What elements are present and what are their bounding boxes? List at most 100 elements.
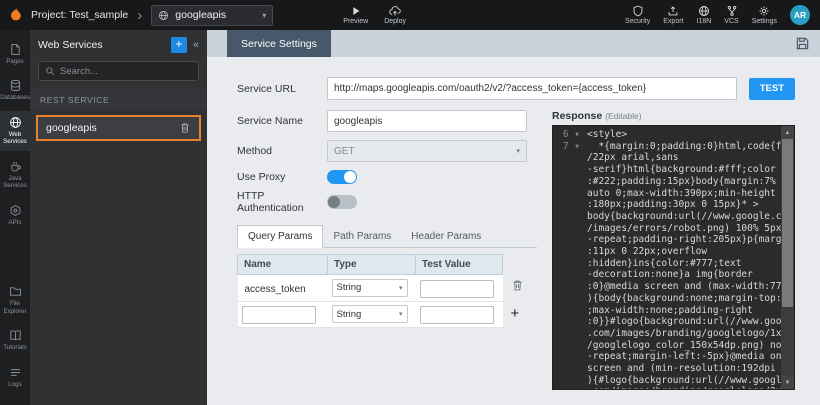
search-input[interactable] [60, 66, 192, 77]
app-window: Project: Test_sample › googleapis ▾ Prev… [0, 0, 820, 405]
test-value-input[interactable] [420, 280, 494, 298]
response-editable-label: (Editable) [605, 111, 641, 121]
query-params-table: Name Type Test Value access_token [237, 254, 528, 328]
editor-line-numbers: 6 ▾ 7 ▾ [553, 126, 583, 389]
param-type-select[interactable]: String ▾ [332, 279, 408, 297]
service-list-item-googleapis[interactable]: googleapis [36, 115, 201, 141]
column-header-name: Name [238, 255, 328, 275]
deploy-button[interactable]: Deploy [384, 5, 406, 25]
play-icon [350, 5, 362, 17]
chevron-down-icon: ▾ [393, 310, 403, 318]
table-row: String ▾ + [238, 301, 528, 328]
param-name-input[interactable] [242, 306, 316, 324]
rest-service-section-label: REST SERVICE [30, 89, 207, 110]
column-header-type: Type [328, 255, 416, 275]
user-avatar[interactable]: AR [790, 5, 810, 25]
toggle-knob [328, 196, 340, 208]
tab-path-params[interactable]: Path Params [323, 226, 401, 247]
preview-button[interactable]: Preview [343, 5, 368, 25]
sidebar-item-file-explorer[interactable]: File Explorer [0, 280, 30, 320]
method-label: Method [237, 145, 327, 157]
database-icon [9, 79, 22, 92]
test-value-input[interactable] [420, 306, 494, 324]
http-auth-label: HTTP Authentication [237, 190, 327, 214]
collapse-panel-icon[interactable]: « [193, 39, 199, 51]
tab-service-settings[interactable]: Service Settings [227, 30, 331, 57]
scrollbar-thumb[interactable] [782, 139, 793, 307]
service-url-label: Service URL [237, 83, 327, 95]
test-button[interactable]: TEST [749, 78, 795, 100]
sidebar-item-web-services[interactable]: Web Services [0, 111, 30, 151]
service-settings-form: Service Name Method GET ▾ Use Proxy [237, 110, 537, 390]
sidebar-item-java-services[interactable]: Java Services [0, 155, 30, 195]
globe-icon [698, 5, 710, 17]
param-tabs: Query Params Path Params Header Params [237, 224, 537, 248]
sidebar-item-logs[interactable]: Logs [0, 361, 30, 393]
table-row: access_token String ▾ [238, 275, 528, 302]
export-icon [667, 5, 679, 17]
service-selector-dropdown[interactable]: googleapis ▾ [151, 5, 273, 26]
globe-icon [158, 10, 169, 21]
chevron-down-icon: ▾ [510, 147, 520, 155]
search-icon [45, 66, 55, 76]
panel-title: Web Services [38, 39, 165, 51]
delete-row-icon[interactable] [511, 279, 524, 292]
column-header-test-value: Test Value [416, 255, 503, 275]
toggle-knob [344, 171, 356, 183]
pages-icon [9, 43, 22, 56]
param-type-select[interactable]: String ▾ [332, 305, 408, 323]
export-button[interactable]: Export [663, 5, 683, 25]
add-service-button[interactable]: + [171, 37, 187, 53]
tab-query-params[interactable]: Query Params [237, 225, 323, 248]
service-name-input[interactable] [327, 110, 527, 132]
editor-scrollbar[interactable]: ▲ ▼ [781, 126, 794, 389]
deploy-icon [389, 5, 401, 17]
chevron-down-icon: ▾ [393, 284, 403, 292]
service-url-input[interactable] [327, 77, 737, 100]
method-select[interactable]: GET ▾ [327, 140, 527, 162]
left-nav-rail: Pages Databases Web Services Java Servic… [0, 30, 30, 405]
sidebar-item-databases[interactable]: Databases [0, 74, 30, 106]
service-name-label: Service Name [237, 115, 327, 127]
response-code-editor[interactable]: 6 ▾ 7 ▾ <style> *{margin:0;padding:0}htm… [552, 125, 795, 390]
delete-service-icon[interactable] [179, 122, 191, 134]
service-name-label: googleapis [46, 122, 97, 134]
main-area: Service Settings Service URL TEST Servi [207, 30, 820, 405]
tutorials-icon [9, 329, 22, 342]
tabstrip: Service Settings [207, 30, 820, 57]
http-authentication-toggle[interactable] [327, 195, 357, 209]
sidebar-item-pages[interactable]: Pages [0, 38, 30, 70]
i18n-button[interactable]: I18N [697, 5, 712, 25]
breadcrumb-chevron-icon: › [137, 8, 142, 23]
scroll-up-icon[interactable]: ▲ [781, 126, 794, 139]
logs-icon [9, 366, 22, 379]
save-icon[interactable] [795, 36, 810, 51]
rail-spacer [0, 235, 30, 280]
java-services-icon [9, 160, 22, 173]
chevron-down-icon: ▾ [262, 11, 266, 20]
app-logo-icon [8, 7, 24, 23]
editor-code-content[interactable]: <style> *{margin:0;padding:0}html,code{f… [583, 126, 794, 389]
settings-button[interactable]: Settings [752, 5, 777, 25]
branch-icon [726, 5, 738, 17]
add-row-button[interactable]: + [511, 305, 520, 322]
sidebar-item-apis[interactable]: APIs [0, 199, 30, 231]
topbar: Project: Test_sample › googleapis ▾ Prev… [0, 0, 820, 30]
param-name-value[interactable]: access_token [242, 284, 306, 295]
web-services-panel: Web Services + « REST SERVICE googleapis [30, 30, 207, 405]
file-explorer-icon [9, 285, 22, 298]
web-services-icon [9, 116, 22, 129]
tab-header-params[interactable]: Header Params [401, 226, 491, 247]
use-proxy-label: Use Proxy [237, 171, 327, 183]
gear-icon [758, 5, 770, 17]
sidebar-item-tutorials[interactable]: Tutorials [0, 324, 30, 356]
column-header-actions [503, 255, 528, 275]
security-button[interactable]: Security [625, 5, 650, 25]
api-icon [9, 204, 22, 217]
response-section: Response(Editable) 6 ▾ 7 ▾ <style> *{mar… [552, 110, 795, 390]
response-label: Response [552, 110, 602, 122]
search-box [38, 61, 199, 81]
vcs-button[interactable]: VCS [724, 5, 738, 25]
scroll-down-icon[interactable]: ▼ [781, 376, 794, 389]
use-proxy-toggle[interactable] [327, 170, 357, 184]
